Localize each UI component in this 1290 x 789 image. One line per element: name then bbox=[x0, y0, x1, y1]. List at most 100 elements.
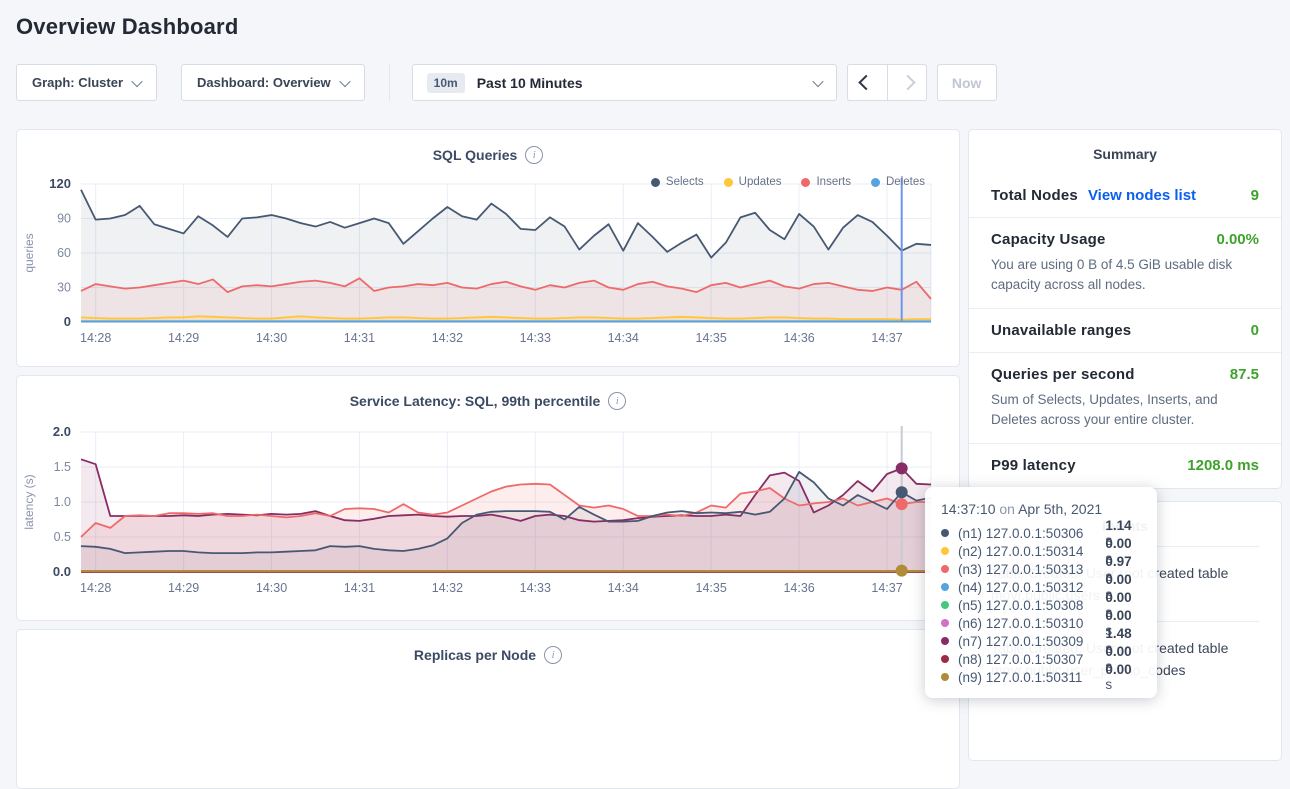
svg-text:14:31: 14:31 bbox=[344, 331, 375, 345]
dashboard-dropdown-label: Dashboard: Overview bbox=[197, 75, 331, 90]
svg-text:14:28: 14:28 bbox=[80, 331, 111, 345]
series-dot bbox=[801, 178, 810, 187]
chevron-left-icon bbox=[858, 75, 874, 91]
info-icon[interactable]: i bbox=[608, 392, 626, 410]
tooltip-row: (n9) 127.0.0.1:503110.00 s bbox=[941, 668, 1141, 686]
svg-text:14:30: 14:30 bbox=[256, 581, 287, 595]
view-nodes-list-link[interactable]: View nodes list bbox=[1088, 187, 1196, 204]
queries-per-second-value: 87.5 bbox=[1230, 366, 1259, 383]
service-latency-chart[interactable]: 0.0 0.5 1.0 1.5 2.0 14:28 14:29 14:30 14:31 14:32… bbox=[17, 410, 961, 606]
time-range-picker[interactable]: 10m Past 10 Minutes bbox=[412, 64, 837, 101]
chart-title: Service Latency: SQL, 99th percentile bbox=[350, 393, 601, 409]
graph-dropdown-label: Graph: Cluster bbox=[32, 75, 123, 90]
chevron-down-icon bbox=[131, 75, 142, 86]
summary-row-unavailable-ranges: Unavailable ranges 0 bbox=[969, 308, 1281, 352]
svg-text:14:32: 14:32 bbox=[432, 581, 463, 595]
overview-dashboard-page: Overview Dashboard Graph: Cluster Dashbo… bbox=[0, 14, 1290, 789]
series-dot bbox=[941, 655, 949, 663]
series-dot bbox=[941, 619, 949, 627]
summary-row-queries-per-second: Queries per second 87.5 Sum of Selects, … bbox=[969, 352, 1281, 443]
sql-queries-chart[interactable]: 030609012014:2814:2914:3014:3114:3214:33… bbox=[17, 164, 961, 354]
svg-text:2.0: 2.0 bbox=[53, 424, 71, 439]
series-dot bbox=[871, 178, 880, 187]
series-dot bbox=[941, 601, 949, 609]
dashboard-dropdown[interactable]: Dashboard: Overview bbox=[181, 64, 365, 101]
chart-hover-tooltip: 14:37:10 on Apr 5th, 2021 (n1) 127.0.0.1… bbox=[925, 487, 1157, 698]
svg-text:14:37: 14:37 bbox=[871, 581, 902, 595]
svg-text:14:35: 14:35 bbox=[696, 331, 727, 345]
svg-text:queries: queries bbox=[22, 233, 36, 272]
charts-column: SQL Queries i Selects Updates Inserts De… bbox=[16, 129, 960, 789]
sql-queries-chart-panel: SQL Queries i Selects Updates Inserts De… bbox=[16, 129, 960, 367]
svg-text:14:30: 14:30 bbox=[256, 331, 287, 345]
series-dot bbox=[651, 178, 660, 187]
svg-text:0: 0 bbox=[64, 314, 71, 329]
svg-text:0.0: 0.0 bbox=[53, 564, 71, 579]
p99-latency-value: 1208.0 ms bbox=[1187, 457, 1259, 474]
svg-text:30: 30 bbox=[57, 281, 71, 295]
chevron-down-icon bbox=[812, 75, 823, 86]
svg-text:14:34: 14:34 bbox=[608, 331, 639, 345]
divider bbox=[389, 64, 390, 101]
svg-text:14:28: 14:28 bbox=[80, 581, 111, 595]
chart-title: Replicas per Node bbox=[414, 647, 536, 663]
service-latency-chart-panel: Service Latency: SQL, 99th percentile i … bbox=[16, 375, 960, 621]
tooltip-timestamp: 14:37:10 on Apr 5th, 2021 bbox=[941, 501, 1141, 517]
legend-item-inserts[interactable]: Inserts bbox=[801, 176, 851, 188]
page-title: Overview Dashboard bbox=[16, 14, 1290, 40]
svg-text:14:34: 14:34 bbox=[608, 581, 639, 595]
svg-text:14:33: 14:33 bbox=[520, 581, 551, 595]
series-dot bbox=[941, 583, 949, 591]
summary-row-total-nodes: Total Nodes View nodes list 9 bbox=[969, 174, 1281, 217]
info-icon[interactable]: i bbox=[544, 646, 562, 664]
svg-text:14:29: 14:29 bbox=[168, 581, 199, 595]
svg-text:120: 120 bbox=[49, 176, 71, 191]
replicas-per-node-chart-panel: Replicas per Node i bbox=[16, 629, 960, 789]
legend-item-updates[interactable]: Updates bbox=[724, 176, 782, 188]
now-button[interactable]: Now bbox=[937, 64, 997, 101]
chevron-down-icon bbox=[339, 75, 350, 86]
controls-bar: Graph: Cluster Dashboard: Overview 10m P… bbox=[16, 64, 1274, 101]
series-dot bbox=[941, 673, 949, 681]
svg-text:14:32: 14:32 bbox=[432, 331, 463, 345]
queries-per-second-description: Sum of Selects, Updates, Inserts, and De… bbox=[991, 390, 1259, 430]
chart-header: Service Latency: SQL, 99th percentile i bbox=[17, 376, 959, 410]
svg-text:14:31: 14:31 bbox=[344, 581, 375, 595]
svg-text:14:35: 14:35 bbox=[696, 581, 727, 595]
chart-header: Replicas per Node i bbox=[17, 630, 959, 664]
time-range-badge: 10m bbox=[427, 73, 465, 93]
series-dot bbox=[941, 529, 949, 537]
svg-text:1.0: 1.0 bbox=[54, 495, 71, 509]
series-dot bbox=[941, 637, 949, 645]
total-nodes-value: 9 bbox=[1251, 187, 1259, 204]
capacity-usage-value: 0.00% bbox=[1216, 231, 1259, 248]
series-dot bbox=[724, 178, 733, 187]
svg-text:14:29: 14:29 bbox=[168, 331, 199, 345]
legend-item-deletes[interactable]: Deletes bbox=[871, 176, 925, 188]
time-nav-group bbox=[847, 64, 927, 101]
summary-row-p99-latency: P99 latency 1208.0 ms bbox=[969, 443, 1281, 487]
legend-item-selects[interactable]: Selects bbox=[651, 176, 704, 188]
chart-legend: Selects Updates Inserts Deletes bbox=[651, 176, 925, 188]
time-forward-button[interactable] bbox=[887, 64, 927, 101]
time-range-label: Past 10 Minutes bbox=[477, 75, 802, 91]
svg-text:14:36: 14:36 bbox=[783, 331, 814, 345]
graph-dropdown[interactable]: Graph: Cluster bbox=[16, 64, 157, 101]
svg-text:latency (s): latency (s) bbox=[22, 474, 36, 529]
svg-text:14:36: 14:36 bbox=[783, 581, 814, 595]
summary-title: Summary bbox=[969, 130, 1281, 174]
svg-text:0.5: 0.5 bbox=[54, 530, 71, 544]
svg-text:14:37: 14:37 bbox=[871, 331, 902, 345]
capacity-usage-description: You are using 0 B of 4.5 GiB usable disk… bbox=[991, 255, 1259, 295]
chevron-right-icon bbox=[900, 75, 916, 91]
info-icon[interactable]: i bbox=[525, 146, 543, 164]
series-dot bbox=[941, 547, 949, 555]
svg-text:14:33: 14:33 bbox=[520, 331, 551, 345]
time-back-button[interactable] bbox=[847, 64, 887, 101]
chart-title: SQL Queries bbox=[433, 147, 518, 163]
unavailable-ranges-value: 0 bbox=[1251, 322, 1259, 339]
summary-panel: Summary Total Nodes View nodes list 9 Ca… bbox=[968, 129, 1282, 489]
svg-text:60: 60 bbox=[57, 246, 71, 260]
series-dot bbox=[941, 565, 949, 573]
svg-text:1.5: 1.5 bbox=[54, 460, 71, 474]
